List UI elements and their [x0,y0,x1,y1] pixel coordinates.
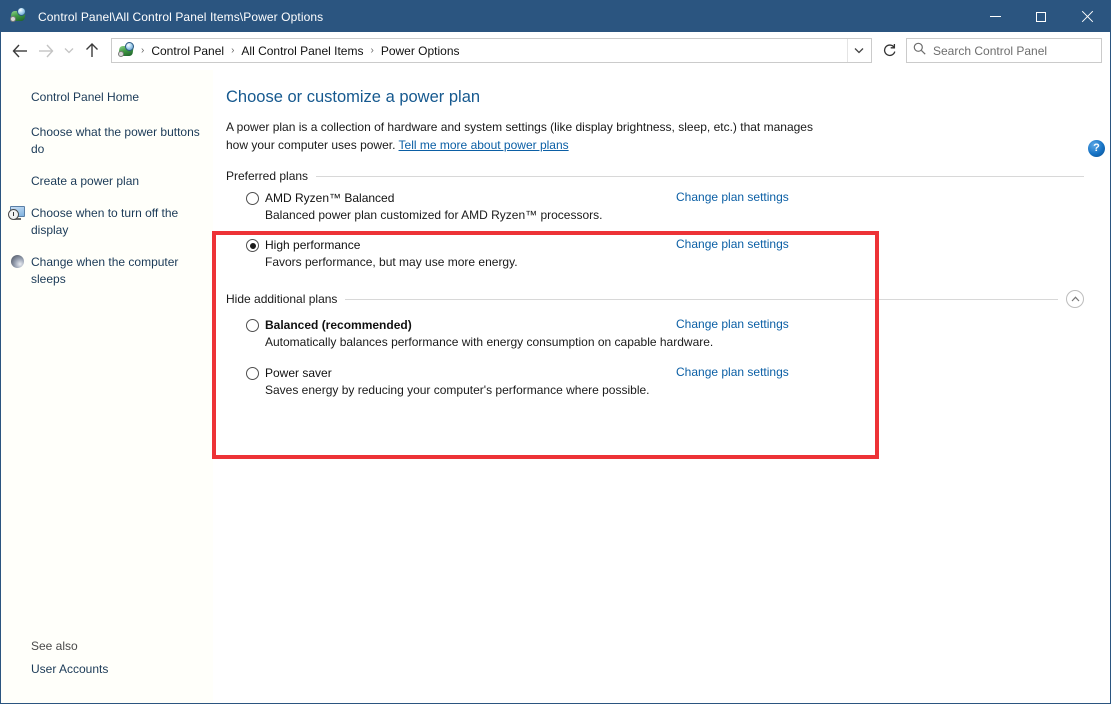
search-input[interactable]: Search Control Panel [906,38,1102,63]
content-pane: ? Choose or customize a power plan A pow… [213,70,1110,703]
change-plan-settings-link-balanced-recommended[interactable]: Change plan settings [676,317,789,331]
plan-name[interactable]: Power saver [265,365,332,381]
breadcrumb-separator: › [141,45,145,56]
breadcrumb-separator: › [370,45,374,56]
window-controls [972,1,1110,32]
plan-description: Automatically balances performance with … [265,335,714,349]
title-bar: Control Panel\All Control Panel Items\Po… [1,1,1110,32]
sidebar-footer: See also User Accounts [1,636,213,703]
address-control-panel-icon [118,42,136,59]
plan-description: Balanced power plan customized for AMD R… [265,208,603,222]
preferred-plans-list: AMD Ryzen™ Balanced Change plan settings… [222,190,1084,271]
sidebar-item-computer-sleeps[interactable]: Change when the computer sleeps [1,251,213,291]
address-bar[interactable]: › Control Panel › All Control Panel Item… [111,38,872,63]
sidebar-item-power-buttons[interactable]: Choose what the power buttons do [1,121,213,161]
sidebar-item-control-panel-home[interactable]: Control Panel Home [1,86,213,109]
window-title: Control Panel\All Control Panel Items\Po… [38,9,324,24]
radio-high-performance[interactable] [246,239,259,252]
radio-amd-ryzen-balanced[interactable] [246,192,259,205]
navigation-bar: › Control Panel › All Control Panel Item… [1,32,1110,70]
display-clock-icon [8,205,26,221]
sidebar-item-turn-off-display[interactable]: Choose when to turn off the display [1,202,213,242]
moon-icon [9,254,26,270]
sidebar-item-label: Choose when to turn off the display [31,206,179,237]
close-button[interactable] [1064,1,1110,32]
sidebar-item-user-accounts[interactable]: User Accounts [1,658,213,681]
radio-power-saver[interactable] [246,367,259,380]
plan-name[interactable]: High performance [265,237,360,253]
change-plan-settings-link-high-performance[interactable]: Change plan settings [676,237,789,251]
plan-item-high-performance[interactable]: High performance Change plan settings Fa… [226,237,1084,271]
help-icon[interactable]: ? [1088,140,1105,157]
preferred-plans-label: Preferred plans [226,169,309,183]
breadcrumb-item-control-panel[interactable]: Control Panel [146,42,229,60]
sidebar: Control Panel Home Choose what the power… [1,70,213,703]
sidebar-item-label: Change when the computer sleeps [31,255,179,286]
header-divider [345,298,1058,300]
control-panel-icon [10,6,30,27]
additional-plans-list: Balanced (recommended) Change plan setti… [222,317,1084,399]
preferred-plans-header: Preferred plans [222,167,1084,185]
back-button[interactable] [7,38,33,64]
search-icon [913,42,926,60]
header-divider [316,175,1084,177]
search-placeholder: Search Control Panel [933,43,1048,58]
up-button[interactable] [79,38,105,64]
hide-additional-plans-label[interactable]: Hide additional plans [226,292,345,306]
plan-item-amd-ryzen-balanced[interactable]: AMD Ryzen™ Balanced Change plan settings… [226,190,1084,224]
minimize-button[interactable] [972,1,1018,32]
plan-item-power-saver[interactable]: Power saver Change plan settings Saves e… [226,365,1084,399]
refresh-button[interactable] [876,38,902,63]
breadcrumb-item-all-control-panel-items[interactable]: All Control Panel Items [236,42,368,60]
change-plan-settings-link-power-saver[interactable]: Change plan settings [676,365,789,379]
radio-balanced-recommended[interactable] [246,319,259,332]
chevron-up-icon[interactable] [1066,290,1084,308]
refresh-icon [883,44,895,57]
page-description: A power plan is a collection of hardware… [222,118,822,154]
page-title: Choose or customize a power plan [226,88,481,106]
sidebar-item-create-power-plan[interactable]: Create a power plan [1,170,213,193]
forward-button[interactable] [33,38,59,64]
see-also-label: See also [31,639,78,653]
plan-name[interactable]: AMD Ryzen™ Balanced [265,190,394,206]
power-options-window: Control Panel\All Control Panel Items\Po… [0,0,1111,704]
breadcrumb: › Control Panel › All Control Panel Item… [139,42,847,60]
breadcrumb-separator: › [231,45,235,56]
breadcrumb-item-power-options[interactable]: Power Options [376,42,465,60]
plan-item-balanced-recommended[interactable]: Balanced (recommended) Change plan setti… [226,317,1084,351]
plan-description: Favors performance, but may use more ene… [265,255,518,269]
recent-locations-chevron-down-icon[interactable] [59,38,79,64]
plan-description: Saves energy by reducing your computer's… [265,383,650,397]
additional-plans-header: Hide additional plans [222,290,1084,308]
tell-me-more-link[interactable]: Tell me more about power plans [399,138,569,152]
maximize-button[interactable] [1018,1,1064,32]
plan-name[interactable]: Balanced (recommended) [265,317,412,333]
change-plan-settings-link-amd-ryzen-balanced[interactable]: Change plan settings [676,190,789,204]
window-body: Control Panel Home Choose what the power… [1,70,1110,703]
address-dropdown-chevron-down-icon[interactable] [847,39,869,62]
